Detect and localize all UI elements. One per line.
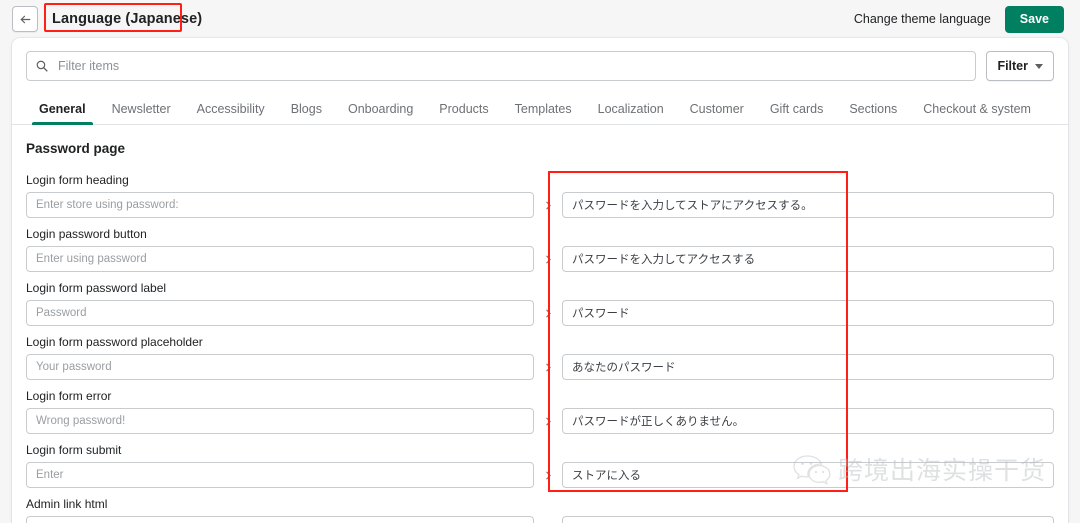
page-title: Language (Japanese): [52, 11, 203, 27]
filter-button-label: Filter: [997, 59, 1028, 73]
tab-templates[interactable]: Templates: [502, 93, 585, 124]
top-bar-actions: Change theme language Save: [854, 5, 1064, 33]
translation-row-label: Login form heading: [26, 173, 129, 187]
tab-products[interactable]: Products: [426, 93, 501, 124]
translation-row-fields: Wrong password! パスワードが正しくありません。: [26, 408, 1054, 434]
target-translation-field[interactable]: あなたはストアオーナーですか？<a href="/admin" class="l…: [562, 516, 1054, 523]
translation-row-fields: Password パスワード: [26, 300, 1054, 326]
tab-label: Checkout & system: [923, 101, 1031, 116]
filter-button[interactable]: Filter: [986, 51, 1054, 81]
target-translation-field[interactable]: パスワードが正しくありません。: [562, 408, 1054, 434]
tab-label: Blogs: [290, 101, 322, 116]
tab-label: Newsletter: [111, 101, 171, 116]
translation-row: Login form password placeholder Your pass…: [26, 335, 1054, 380]
translation-row-label: Login form password placeholder: [26, 335, 203, 349]
translation-row-label: Login password button: [26, 227, 147, 241]
tab-label: Localization: [597, 101, 664, 116]
tab-label: Templates: [514, 101, 572, 116]
tab-label: Sections: [849, 101, 898, 116]
section-title: Password page: [26, 141, 126, 156]
tab-bar: General Newsletter Accessibility Blogs Onboa…: [12, 93, 1068, 125]
target-translation-field[interactable]: パスワードを入力してストアにアクセスする。: [562, 192, 1054, 218]
tab-accessibility[interactable]: Accessibility: [184, 93, 278, 124]
chevron-right-icon: [534, 416, 562, 427]
source-text-field[interactable]: Enter store using password:: [26, 192, 534, 218]
translation-row-label: Login form submit: [26, 443, 122, 457]
tab-onboarding[interactable]: Onboarding: [335, 93, 426, 124]
tab-blogs[interactable]: Blogs: [278, 93, 335, 124]
translation-row: Login form submit Enter ストアに入る: [26, 443, 1054, 488]
tab-checkout-system[interactable]: Checkout & system: [910, 93, 1044, 124]
tab-label: Customer: [689, 101, 744, 116]
source-text-field[interactable]: Your password: [26, 354, 534, 380]
tab-general[interactable]: General: [26, 93, 99, 125]
chevron-right-icon: [534, 254, 562, 265]
source-text-field[interactable]: Wrong password!: [26, 408, 534, 434]
target-translation-field[interactable]: パスワード: [562, 300, 1054, 326]
translation-row-label: Admin link html: [26, 497, 108, 511]
tab-sections[interactable]: Sections: [836, 93, 910, 124]
search-input[interactable]: [26, 51, 977, 81]
tab-localization[interactable]: Localization: [585, 93, 677, 124]
top-bar: Language (Japanese) Change theme languag…: [0, 0, 1080, 38]
translation-row-fields: Are you the store owner? <a href="/admin…: [26, 516, 1054, 523]
translation-row-label: Login form password label: [26, 281, 167, 295]
translation-row: Login form heading Enter store using pass…: [26, 173, 1054, 218]
source-text-field[interactable]: Enter: [26, 462, 534, 488]
tab-label: Onboarding: [347, 101, 414, 116]
target-translation-field[interactable]: あなたのパスワード: [562, 354, 1054, 380]
tab-customer[interactable]: Customer: [677, 93, 757, 124]
source-text-field[interactable]: Enter using password: [26, 246, 534, 272]
save-button[interactable]: Save: [1004, 5, 1064, 33]
translation-rows: Login form heading Enter store using pass…: [12, 156, 1068, 523]
translation-row-fields: Enter using password パスワードを入力してアクセスする: [26, 246, 1054, 272]
tab-label: Gift cards: [769, 101, 824, 116]
chevron-right-icon: [534, 470, 562, 481]
content-card: Filter General Newsletter Accessibility Blo…: [12, 38, 1068, 523]
translation-row-fields: Enter ストアに入る: [26, 462, 1054, 488]
tab-gift-cards[interactable]: Gift cards: [757, 93, 837, 124]
tab-label: Products: [439, 101, 489, 116]
translation-row: Login form error Wrong password! パスワードが正しく…: [26, 389, 1054, 434]
translation-row-fields: Your password あなたのパスワード: [26, 354, 1054, 380]
source-text-field[interactable]: Are you the store owner? <a href="/admin…: [26, 516, 534, 523]
arrow-left-icon: [20, 15, 30, 23]
search-field-wrapper: [26, 51, 977, 81]
chevron-right-icon: [534, 200, 562, 211]
tab-newsletter[interactable]: Newsletter: [99, 93, 184, 124]
target-translation-field[interactable]: パスワードを入力してアクセスする: [562, 246, 1054, 272]
chevron-right-icon: [534, 362, 562, 373]
translation-row-fields: Enter store using password: パスワードを入力してストア…: [26, 192, 1054, 218]
tab-label: General: [39, 101, 86, 116]
back-button[interactable]: [12, 6, 38, 32]
filter-toolbar: Filter: [12, 38, 1068, 93]
chevron-down-icon: [1035, 63, 1043, 69]
chevron-right-icon: [534, 308, 562, 319]
translation-row-label: Login form error: [26, 389, 112, 403]
source-text-field[interactable]: Password: [26, 300, 534, 326]
translation-row: Login password button Enter using passwor…: [26, 227, 1054, 272]
translation-row: Login form password label Password パスワード: [26, 281, 1054, 326]
tab-label: Accessibility: [196, 101, 265, 116]
translation-row: Admin link html Are you the store owner? …: [26, 497, 1054, 523]
target-translation-field[interactable]: ストアに入る: [562, 462, 1054, 488]
change-theme-language-link[interactable]: Change theme language: [854, 12, 991, 26]
